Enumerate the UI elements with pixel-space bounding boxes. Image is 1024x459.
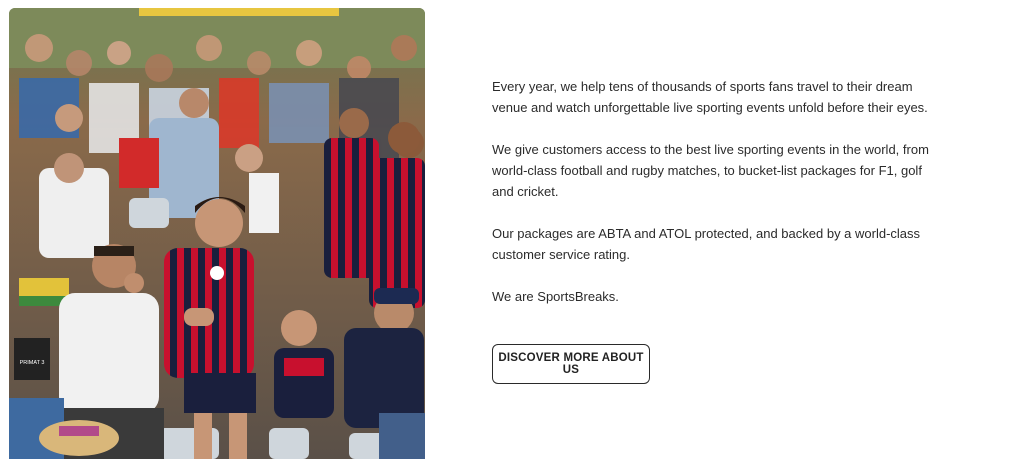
about-section: Every year, we help tens of thousands of… (492, 76, 932, 384)
about-paragraph-2: We give customers access to the best liv… (492, 142, 929, 199)
about-paragraph-4: We are SportsBreaks. (492, 289, 619, 304)
svg-text:PRIMAT 3: PRIMAT 3 (20, 360, 45, 366)
discover-more-button[interactable]: DISCOVER MORE ABOUT US (492, 344, 650, 384)
hero-photo: PRIMAT 3 (9, 8, 425, 459)
about-paragraph-1: Every year, we help tens of thousands of… (492, 79, 928, 115)
stadium-fans-photo: PRIMAT 3 (9, 8, 425, 459)
about-paragraph-3: Our packages are ABTA and ATOL protected… (492, 226, 921, 262)
